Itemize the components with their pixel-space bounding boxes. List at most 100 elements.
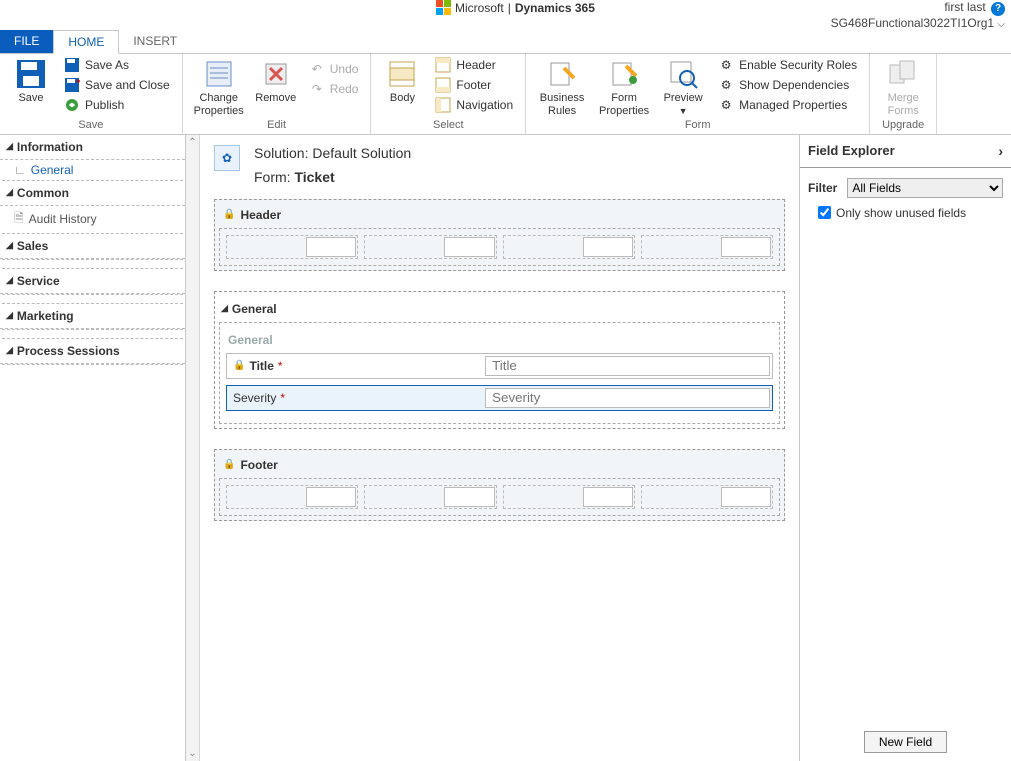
tab-insert[interactable]: INSERT — [119, 30, 191, 53]
audit-icon: 🗎 — [14, 209, 24, 230]
scroll-down-icon[interactable]: ⌄ — [188, 746, 196, 761]
severity-field-input[interactable] — [485, 388, 770, 408]
severity-field-label: Severity — [233, 391, 276, 405]
solution-name: Default Solution — [312, 145, 411, 161]
save-icon — [15, 58, 47, 90]
body-button[interactable]: Body — [379, 56, 425, 118]
svg-text:✶: ✶ — [75, 77, 80, 86]
header-section[interactable]: 🔒Header — [214, 199, 785, 271]
nav-item-audit[interactable]: 🗎Audit History — [0, 206, 185, 233]
footer-section[interactable]: 🔒 Footer — [214, 449, 785, 521]
chevron-down-icon: ▼ — [679, 106, 688, 116]
group-label-select: Select — [379, 118, 517, 133]
help-icon[interactable]: ? — [991, 2, 1005, 16]
chevron-right-icon[interactable]: › — [998, 143, 1003, 159]
unused-fields-checkbox[interactable] — [818, 206, 831, 219]
redo-button[interactable]: ↷ Redo — [305, 80, 363, 98]
form-name: Ticket — [294, 169, 334, 185]
header-icon — [435, 57, 451, 73]
nav-item-general[interactable]: ∟General — [0, 160, 185, 180]
unused-fields-label: Only show unused fields — [836, 206, 966, 220]
footer-cell[interactable] — [226, 485, 358, 509]
undo-button[interactable]: ↶ Undo — [305, 60, 363, 78]
nav-section-process[interactable]: ◢Process Sessions — [0, 339, 185, 364]
group-label-save: Save — [8, 118, 174, 133]
brand-product: Dynamics 365 — [515, 1, 595, 15]
footer-cell[interactable] — [641, 485, 773, 509]
filter-label: Filter — [808, 181, 837, 195]
navigation-icon — [435, 97, 451, 113]
new-field-button[interactable]: New Field — [864, 731, 947, 753]
ribbon-tabs: FILE HOME INSERT — [0, 30, 1011, 54]
field-explorer-title: Field Explorer — [808, 143, 895, 158]
footer-cell[interactable] — [503, 485, 635, 509]
user-block: first last ? SG468Functional3022TI1Org1 … — [831, 0, 1005, 30]
footer-button[interactable]: Footer — [431, 76, 517, 94]
solution-prefix: Solution: — [254, 145, 312, 161]
business-rules-button[interactable]: Business Rules — [534, 56, 590, 118]
show-dependencies-button[interactable]: ⚙ Show Dependencies — [714, 76, 861, 94]
form-properties-icon — [608, 58, 640, 90]
preview-icon — [667, 58, 699, 90]
save-close-button[interactable]: ✶ Save and Close — [60, 76, 174, 94]
nav-section-common[interactable]: ◢Common — [0, 181, 185, 206]
collapse-icon: ◢ — [6, 240, 13, 251]
navigation-button[interactable]: Navigation — [431, 96, 517, 114]
preview-button[interactable]: Preview▼ — [658, 56, 708, 118]
nav-section-sales[interactable]: ◢Sales — [0, 234, 185, 259]
collapse-icon: ◢ — [6, 141, 13, 152]
field-row-title[interactable]: 🔒Title* — [226, 353, 773, 379]
brand-divider: | — [508, 1, 511, 15]
title-field-input[interactable] — [485, 356, 770, 376]
save-close-icon: ✶ — [64, 77, 80, 93]
header-button[interactable]: Header — [431, 56, 517, 74]
general-tab-section[interactable]: ◢General General 🔒Title* Severity* — [214, 291, 785, 429]
dependencies-icon: ⚙ — [718, 77, 734, 93]
save-button[interactable]: Save — [8, 56, 54, 118]
redo-icon: ↷ — [309, 81, 325, 97]
lock-icon: 🔒 — [223, 459, 235, 470]
change-properties-button[interactable]: Change Properties — [191, 56, 247, 118]
filter-select[interactable]: All Fields — [847, 178, 1003, 198]
remove-button[interactable]: Remove — [253, 56, 299, 118]
group-label-edit: Edit — [191, 118, 363, 133]
ribbon: Save Save As ✶ Save and Close Publish Sa… — [0, 54, 1011, 135]
remove-icon — [260, 58, 292, 90]
header-cell[interactable] — [503, 235, 635, 259]
merge-forms-button[interactable]: Merge Forms — [878, 56, 928, 118]
lock-icon: 🔒 — [223, 209, 235, 220]
link-bullet-icon: ∟ — [14, 163, 26, 177]
nav-section-service[interactable]: ◢Service — [0, 269, 185, 294]
footer-section-title: Footer — [240, 458, 277, 472]
collapse-icon: ◢ — [6, 345, 13, 356]
scroll-up-icon[interactable]: ⌃ — [188, 135, 196, 150]
nav-scroll-strip: ⌃ ⌄ — [186, 135, 200, 761]
form-properties-button[interactable]: Form Properties — [596, 56, 652, 118]
save-as-icon — [64, 57, 80, 73]
save-as-button[interactable]: Save As — [60, 56, 174, 74]
enable-security-button[interactable]: ⚙ Enable Security Roles — [714, 56, 861, 74]
footer-cell[interactable] — [364, 485, 496, 509]
collapse-icon: ◢ — [6, 310, 13, 321]
unused-fields-checkbox-row[interactable]: Only show unused fields — [818, 206, 1003, 220]
org-dropdown-icon[interactable]: ⌵ — [997, 19, 1005, 30]
merge-forms-icon — [887, 58, 919, 90]
tab-file[interactable]: FILE — [0, 30, 53, 53]
header-cell[interactable] — [641, 235, 773, 259]
managed-properties-button[interactable]: ⚙ Managed Properties — [714, 96, 861, 114]
nav-section-information[interactable]: ◢Information — [0, 135, 185, 160]
field-row-severity[interactable]: Severity* — [226, 385, 773, 411]
body-icon — [386, 58, 418, 90]
footer-icon — [435, 77, 451, 93]
publish-button[interactable]: Publish — [60, 96, 174, 114]
tab-home[interactable]: HOME — [53, 30, 119, 54]
collapse-icon: ◢ — [6, 187, 13, 198]
business-rules-icon — [546, 58, 578, 90]
left-nav: ◢Information ∟General ◢Common 🗎Audit His… — [0, 135, 186, 761]
managed-props-icon: ⚙ — [718, 97, 734, 113]
group-label-form: Form — [534, 118, 861, 133]
nav-section-marketing[interactable]: ◢Marketing — [0, 304, 185, 329]
collapse-icon: ◢ — [6, 275, 13, 286]
header-cell[interactable] — [226, 235, 358, 259]
header-cell[interactable] — [364, 235, 496, 259]
